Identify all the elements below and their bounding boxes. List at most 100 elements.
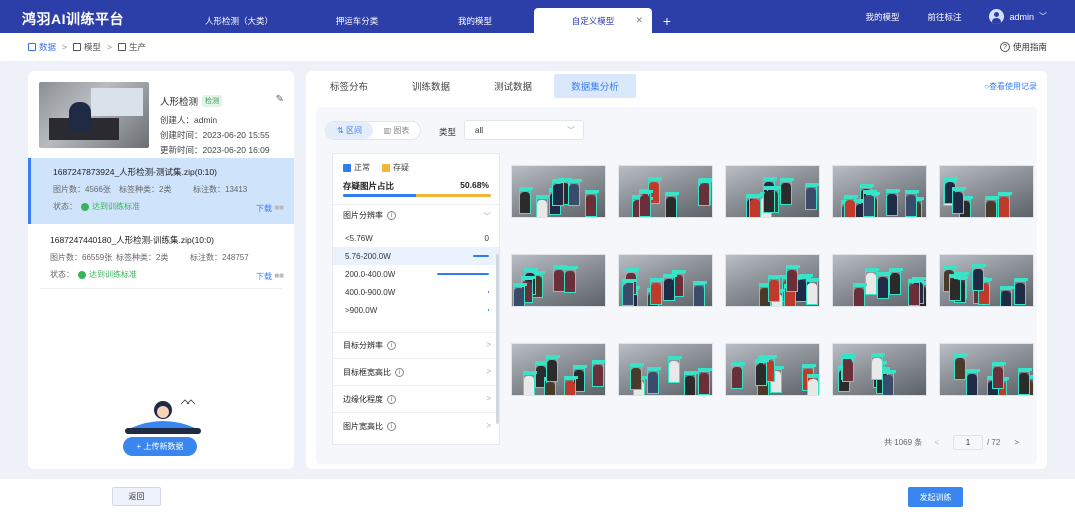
start-training-button[interactable]: 发起训练 xyxy=(908,487,963,507)
back-button[interactable]: 返回 xyxy=(112,487,161,506)
dataset-image-thumbnail[interactable] xyxy=(618,254,713,307)
dataset-image-thumbnail[interactable] xyxy=(725,343,820,396)
bin-bar xyxy=(473,255,489,257)
dataset-image-thumbnail[interactable] xyxy=(511,343,606,396)
download-button[interactable]: 下载 xyxy=(256,203,272,214)
dataset-image-thumbnail[interactable] xyxy=(511,254,606,307)
dataset-image-thumbnail[interactable] xyxy=(725,165,820,218)
box-aspect-ratio-section[interactable]: 目标框宽高比 i xyxy=(343,367,404,378)
tab-strip: 人形检测（大类） 押运车分类 我的模型 自定义模型 ✕ + xyxy=(180,8,682,33)
chevron-down-icon: ﹀ xyxy=(1039,12,1047,21)
dataset-item[interactable]: 1687247873924_人形检测-测试集.zip(0:10) 图片数：456… xyxy=(28,158,294,224)
prev-page-button[interactable]: < xyxy=(934,438,939,447)
normal-ratio-fill xyxy=(343,194,416,197)
resolution-section-header[interactable]: 图片分辨率 i xyxy=(343,210,396,221)
help-icon: ? xyxy=(999,42,1010,52)
dataset-image-thumbnail[interactable] xyxy=(939,165,1034,218)
suspicious-swatch xyxy=(382,163,390,172)
user-menu[interactable]: admin ﹀ xyxy=(989,9,1047,24)
dataset-image-count: 图片数：66559张 xyxy=(50,253,113,262)
tab-my-models[interactable]: 我的模型 xyxy=(416,8,534,33)
user-name: admin xyxy=(1009,11,1034,22)
download-button[interactable]: 下载 xyxy=(256,271,272,282)
bin-count: 0 xyxy=(484,233,489,243)
dataset-image-thumbnail[interactable] xyxy=(725,254,820,307)
chevron-right-icon[interactable]: > xyxy=(486,421,491,430)
main-tabs: 标签分布 训练数据 测试数据 数据集分析 xyxy=(306,74,1047,104)
page-input[interactable]: 1 xyxy=(952,435,983,450)
goto-annotate-link[interactable]: 前往标注 xyxy=(927,11,961,23)
dataset-item[interactable]: 1687247440180_人形检测-训练集.zip(10:0) 图片数：665… xyxy=(28,226,294,292)
dataset-name: 1687247440180_人形检测-训练集.zip(10:0) xyxy=(50,235,214,245)
more-icon[interactable]: ■■ xyxy=(274,271,284,280)
header-actions: 我的模型 前往标注 admin ﹀ xyxy=(865,0,1075,33)
resolution-bin[interactable]: 5.76-200.0W xyxy=(333,247,499,265)
chevron-right-icon[interactable]: > xyxy=(486,394,491,403)
info-icon: i xyxy=(387,395,396,404)
tab-custom-model-label: 自定义模型 xyxy=(571,15,615,26)
breadcrumb-data[interactable]: 数据 xyxy=(28,41,56,53)
breadcrumb-model[interactable]: 模型 xyxy=(72,41,101,53)
tab-dataset-analysis[interactable]: 数据集分析 xyxy=(554,74,636,98)
dataset-label-count: 标注数：13413 xyxy=(193,185,248,194)
type-select[interactable]: all ﹀ xyxy=(464,120,584,140)
tab-label-distribution[interactable]: 标签分布 xyxy=(308,74,390,98)
project-created-time: 创建时间：2023-06-20 15:55 xyxy=(160,130,270,140)
status-label: 状态： xyxy=(50,270,74,279)
image-aspect-ratio-section[interactable]: 图片宽高比 i xyxy=(343,421,396,432)
user-guide-link[interactable]: ? 使用指南 xyxy=(999,41,1047,53)
chevron-down-icon: ﹀ xyxy=(567,125,575,135)
dataset-name: 1687247873924_人形检测-测试集.zip(0:10) xyxy=(53,167,217,177)
dataset-image-thumbnail[interactable] xyxy=(832,343,927,396)
normal-swatch xyxy=(343,163,351,172)
resolution-bin[interactable]: 400.0-900.0W xyxy=(333,283,499,301)
resolution-bin[interactable]: >900.0W xyxy=(333,301,499,319)
dataset-image-thumbnail[interactable] xyxy=(618,165,713,218)
dataset-image-thumbnail[interactable] xyxy=(832,165,927,218)
my-models-link[interactable]: 我的模型 xyxy=(865,11,899,23)
dataset-image-thumbnail[interactable] xyxy=(939,343,1034,396)
upload-new-data-button[interactable]: + 上传新数据 xyxy=(123,437,197,456)
pagination: 共 1069 条 < 1 / 72 > xyxy=(884,435,1019,450)
dataset-image-thumbnail[interactable] xyxy=(618,343,713,396)
suspicious-ratio-bar xyxy=(343,194,491,197)
chevron-right-icon: > xyxy=(62,42,67,52)
chevron-right-icon[interactable]: > xyxy=(486,340,491,349)
tab-training-data[interactable]: 训练数据 xyxy=(390,74,472,98)
chart-view-button[interactable]: ▥ 图表 xyxy=(373,122,420,139)
chevron-right-icon[interactable]: > xyxy=(486,367,491,376)
view-usage-history-link[interactable]: ○查看使用记录 xyxy=(984,81,1037,92)
empty-illustration xyxy=(125,399,201,434)
more-icon[interactable]: ■■ xyxy=(274,203,284,212)
suspicious-ratio-value: 50.68% xyxy=(460,180,489,190)
dataset-image-count: 图片数：4566张 xyxy=(53,185,111,194)
tab-custom-model[interactable]: 自定义模型 ✕ xyxy=(534,8,652,33)
resolution-bin[interactable]: <5.76W 0 xyxy=(333,229,499,247)
edit-icon[interactable]: ✎ xyxy=(276,94,284,105)
dataset-image-thumbnail[interactable] xyxy=(511,165,606,218)
chevron-down-icon[interactable]: ﹀ xyxy=(483,211,491,222)
project-thumbnail xyxy=(39,82,149,148)
tab-humanoid-detection[interactable]: 人形检测（大类） xyxy=(180,8,298,33)
interval-view-button[interactable]: ⇅ 区间 xyxy=(326,122,373,139)
production-icon xyxy=(117,43,126,51)
top-bar: 鸿羽AI训练平台 人形检测（大类） 押运车分类 我的模型 自定义模型 ✕ + 我… xyxy=(0,0,1075,33)
scrollbar[interactable] xyxy=(496,254,499,424)
project-type-badge: 检测 xyxy=(202,95,223,107)
dataset-image-thumbnail[interactable] xyxy=(832,254,927,307)
dataset-label-kinds: 标签种类：2类 xyxy=(119,185,172,194)
resolution-bin[interactable]: 200.0-400.0W xyxy=(333,265,499,283)
close-icon[interactable]: ✕ xyxy=(635,15,643,26)
next-page-button[interactable]: > xyxy=(1014,438,1019,447)
project-card: 人形检测 检测 ✎ 创建人：admin 创建时间：2023-06-20 15:5… xyxy=(39,82,284,162)
dataset-image-thumbnail[interactable] xyxy=(939,254,1034,307)
info-icon: i xyxy=(395,368,404,377)
bin-bar xyxy=(488,291,489,293)
footer-bar: 返回 发起训练 xyxy=(0,479,1075,512)
tab-test-data[interactable]: 测试数据 xyxy=(472,74,554,98)
tab-escort-vehicle[interactable]: 押运车分类 xyxy=(298,8,416,33)
edge-degree-section[interactable]: 边缘化程度 i xyxy=(343,394,396,405)
breadcrumb: 数据 > 模型 > 生产 xyxy=(28,41,146,53)
add-tab-icon[interactable]: + xyxy=(652,8,682,33)
target-resolution-section[interactable]: 目标分辨率 i xyxy=(343,340,396,351)
